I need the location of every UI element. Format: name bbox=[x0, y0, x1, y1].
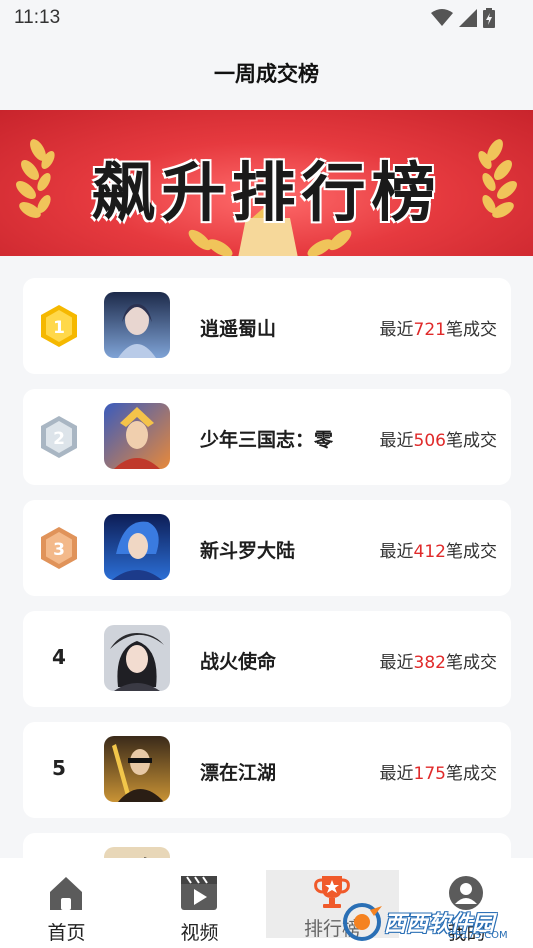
deal-count-text: 最近382笔成交 bbox=[379, 653, 497, 673]
game-name: 漂在江湖 bbox=[200, 762, 277, 784]
game-name: 新斗罗大陆 bbox=[200, 540, 296, 562]
status-bar: 11:13 bbox=[0, 0, 533, 36]
signal-icon bbox=[459, 9, 477, 27]
deal-count: 721 bbox=[413, 320, 446, 340]
ranking-banner: 飙升排行榜 bbox=[0, 110, 533, 256]
banner-title: 飙升排行榜 bbox=[91, 157, 442, 231]
list-item[interactable] bbox=[23, 833, 511, 858]
home-icon bbox=[50, 877, 82, 910]
rank-list[interactable]: 1 逍遥蜀山 最近721笔成交 2 少年三国志：零 最近506笔成交 3 新斗罗… bbox=[0, 256, 533, 858]
svg-text:2: 2 bbox=[53, 429, 65, 449]
battery-icon bbox=[483, 8, 495, 28]
list-item[interactable]: 1 逍遥蜀山 最近721笔成交 bbox=[23, 278, 511, 374]
game-name: 少年三国志：零 bbox=[200, 429, 334, 451]
page-title: 一周成交榜 bbox=[214, 62, 319, 86]
watermark-logo-icon bbox=[343, 903, 382, 941]
wifi-icon bbox=[431, 9, 453, 26]
rank-silver-badge-icon: 2 bbox=[41, 416, 77, 458]
tab-video[interactable]: 视频 bbox=[133, 866, 266, 946]
list-item[interactable]: 4 战火使命 最近382笔成交 bbox=[23, 611, 511, 707]
svg-text:3: 3 bbox=[53, 540, 65, 560]
list-item[interactable]: 5 漂在江湖 最近175笔成交 bbox=[23, 722, 511, 818]
game-icon[interactable] bbox=[104, 292, 170, 358]
game-icon[interactable] bbox=[104, 625, 170, 691]
rank-number: 4 bbox=[52, 645, 66, 669]
deal-count-text: 最近721笔成交 bbox=[379, 320, 497, 340]
deal-count: 412 bbox=[413, 542, 446, 562]
game-icon[interactable] bbox=[104, 847, 170, 858]
deal-count-text: 最近175笔成交 bbox=[379, 764, 497, 784]
title-bar: 一周成交榜 bbox=[0, 36, 533, 110]
deal-count: 506 bbox=[413, 431, 446, 451]
status-icons bbox=[431, 8, 495, 28]
list-item[interactable]: 3 新斗罗大陆 最近412笔成交 bbox=[23, 500, 511, 596]
deal-count-text: 最近412笔成交 bbox=[379, 542, 497, 562]
tab-label: 视频 bbox=[180, 922, 219, 944]
rank-bronze-badge-icon: 3 bbox=[41, 527, 77, 569]
game-name: 战火使命 bbox=[200, 651, 277, 673]
tab-home[interactable]: 首页 bbox=[0, 866, 133, 946]
watermark-domain: CR173.COM bbox=[448, 930, 508, 941]
game-icon[interactable] bbox=[104, 403, 170, 469]
game-name: 逍遥蜀山 bbox=[200, 318, 277, 340]
deal-count-text: 最近506笔成交 bbox=[379, 431, 497, 451]
game-icon[interactable] bbox=[104, 736, 170, 802]
svg-text:1: 1 bbox=[53, 318, 65, 338]
rank-gold-badge-icon: 1 bbox=[41, 305, 77, 347]
deal-count: 175 bbox=[413, 764, 446, 784]
deal-count: 382 bbox=[413, 653, 446, 673]
status-time: 11:13 bbox=[14, 7, 61, 28]
tab-label: 首页 bbox=[47, 922, 86, 944]
watermark: 西西软件园 CR173.COM bbox=[336, 900, 516, 944]
game-icon[interactable] bbox=[104, 514, 170, 580]
video-icon bbox=[181, 876, 217, 910]
list-item[interactable]: 2 少年三国志：零 最近506笔成交 bbox=[23, 389, 511, 485]
rank-number: 5 bbox=[52, 756, 66, 780]
